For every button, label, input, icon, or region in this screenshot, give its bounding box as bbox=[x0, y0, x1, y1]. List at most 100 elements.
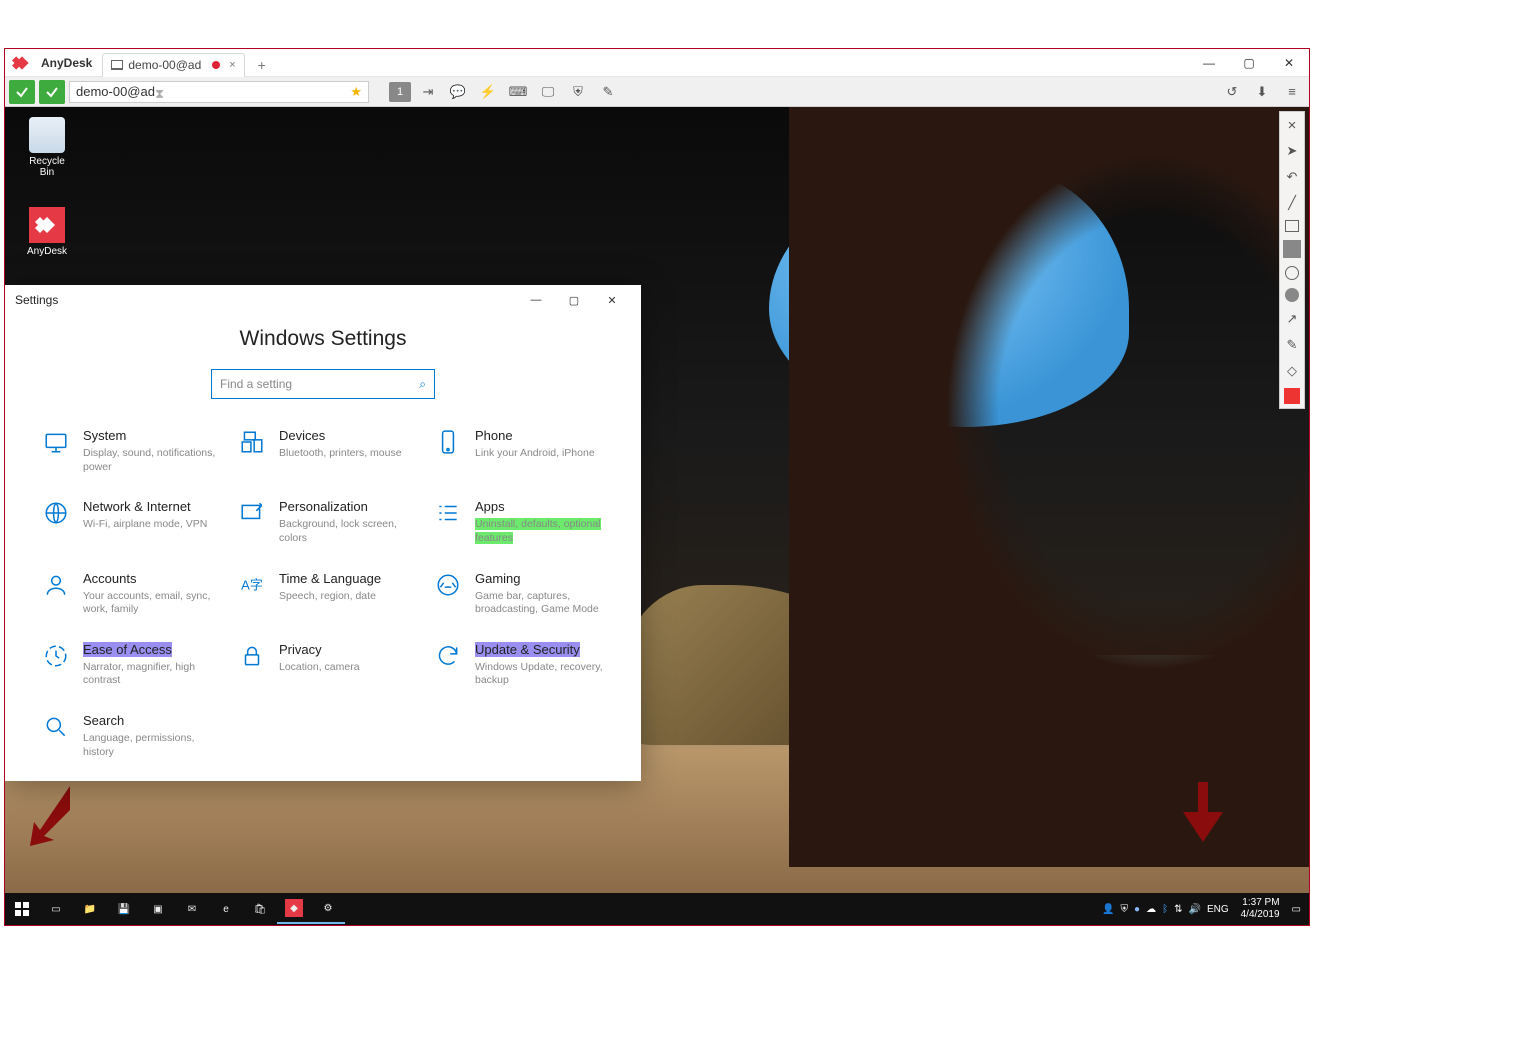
settings-minimize-button[interactable]: — bbox=[517, 286, 555, 314]
undo-icon[interactable]: ↶ bbox=[1283, 168, 1301, 186]
line-tool-icon[interactable]: ╱ bbox=[1283, 194, 1301, 212]
edge-browser-icon[interactable]: e bbox=[209, 894, 243, 924]
language-indicator[interactable]: ENG bbox=[1207, 904, 1229, 915]
session-tab[interactable]: demo-00@ad × bbox=[102, 53, 244, 77]
settings-item-personalization[interactable]: PersonalizationBackground, lock screen, … bbox=[237, 498, 423, 545]
window-minimize-button[interactable]: — bbox=[1189, 49, 1229, 77]
settings-item-update-security[interactable]: Update & SecurityWindows Update, recover… bbox=[433, 641, 619, 688]
window-maximize-button[interactable]: ▢ bbox=[1229, 49, 1269, 77]
annotation-close-icon[interactable]: × bbox=[1283, 116, 1301, 134]
search-icon: ⌕ bbox=[419, 377, 426, 392]
annotation-toolbar: × ➤ ↶ ╱ ↗ ✎ ◇ bbox=[1279, 111, 1305, 409]
cursor-tool-icon[interactable]: ➤ bbox=[1283, 142, 1301, 160]
tray-icon[interactable]: ● bbox=[1134, 904, 1140, 915]
hourglass-icon: ⧗ bbox=[155, 86, 165, 98]
settings-taskbar-icon[interactable]: ⚙ bbox=[311, 894, 345, 924]
favorite-star-icon[interactable]: ★ bbox=[350, 84, 362, 100]
keyboard-icon[interactable]: ⌨ bbox=[505, 80, 531, 104]
monitor-icon bbox=[111, 60, 123, 70]
settings-item-phone[interactable]: PhoneLink your Android, iPhone bbox=[433, 427, 619, 474]
start-button[interactable] bbox=[5, 894, 39, 924]
store-icon[interactable]: 🛍 bbox=[243, 894, 277, 924]
download-icon[interactable]: ⬇ bbox=[1249, 80, 1275, 104]
terminal-icon[interactable]: ▣ bbox=[141, 894, 175, 924]
mail-icon[interactable]: ✉ bbox=[175, 894, 209, 924]
hamburger-menu-icon[interactable]: ≡ bbox=[1279, 80, 1305, 104]
settings-window: Settings — ▢ ✕ Windows Settings Find a s… bbox=[5, 285, 641, 781]
taskbar-time: 1:37 PM bbox=[1241, 897, 1280, 909]
settings-titlebar[interactable]: Settings — ▢ ✕ bbox=[5, 285, 641, 315]
anydesk-logo-icon bbox=[9, 52, 35, 74]
settings-item-system[interactable]: SystemDisplay, sound, notifications, pow… bbox=[41, 427, 227, 474]
settings-item-network[interactable]: Network & InternetWi-Fi, airplane mode, … bbox=[41, 498, 227, 545]
settings-item-gaming[interactable]: GamingGame bar, captures, broadcasting, … bbox=[433, 570, 619, 617]
new-tab-button[interactable]: + bbox=[251, 54, 273, 76]
settings-maximize-button[interactable]: ▢ bbox=[555, 286, 593, 314]
app-name: AnyDesk bbox=[41, 56, 92, 70]
accounts-icon bbox=[41, 570, 71, 600]
volume-tray-icon[interactable]: 🔊 bbox=[1188, 904, 1200, 915]
arrow-tool-icon[interactable]: ↗ bbox=[1283, 310, 1301, 328]
settings-close-button[interactable]: ✕ bbox=[593, 286, 631, 314]
settings-search-input[interactable]: Find a setting ⌕ bbox=[211, 369, 435, 399]
rect-fill-tool-icon[interactable] bbox=[1283, 240, 1301, 258]
settings-window-title: Settings bbox=[15, 293, 58, 307]
taskbar-date: 4/4/2019 bbox=[1241, 909, 1280, 921]
eraser-tool-icon[interactable]: ◇ bbox=[1283, 362, 1301, 380]
accept-button-2[interactable] bbox=[39, 80, 65, 104]
titlebar: AnyDesk demo-00@ad × + — ▢ ✕ bbox=[5, 49, 1309, 77]
recording-dot-icon bbox=[212, 61, 220, 69]
action-center-icon[interactable]: ▭ bbox=[1292, 904, 1301, 915]
security-tray-icon[interactable]: ⛨ bbox=[1121, 904, 1129, 915]
system-tray: 👤 ⛨ ● ☁ ᛒ ⇅ 🔊 ENG 1:37 PM 4/4/2019 ▭ bbox=[1102, 897, 1309, 921]
sync-clipboard-icon[interactable]: ⇥ bbox=[415, 80, 441, 104]
update-security-icon bbox=[433, 641, 463, 671]
onedrive-tray-icon[interactable]: ☁ bbox=[1146, 904, 1156, 915]
whiteboard-icon[interactable]: ✎ bbox=[595, 80, 621, 104]
system-icon bbox=[41, 427, 71, 457]
settings-item-accounts[interactable]: AccountsYour accounts, email, sync, work… bbox=[41, 570, 227, 617]
shield-permissions-icon[interactable]: ⛨ bbox=[565, 80, 591, 104]
settings-item-devices[interactable]: DevicesBluetooth, printers, mouse bbox=[237, 427, 423, 474]
chat-icon[interactable]: 💬 bbox=[445, 80, 471, 104]
address-text: demo-00@ad bbox=[76, 84, 155, 99]
settings-item-search[interactable]: SearchLanguage, permissions, history bbox=[41, 712, 227, 759]
desktop-icon-recycle-bin[interactable]: Recycle Bin bbox=[23, 117, 71, 178]
windows-taskbar: ▭ 📁 💾 ▣ ✉ e 🛍 ◆ ⚙ 👤 ⛨ ● ☁ ᛒ ⇅ 🔊 ENG 1:37… bbox=[5, 893, 1309, 925]
annotation-arrow-darkred-2 bbox=[1183, 782, 1223, 842]
settings-item-privacy[interactable]: PrivacyLocation, camera bbox=[237, 641, 423, 688]
history-icon[interactable]: ↺ bbox=[1219, 80, 1245, 104]
color-swatch-red-icon[interactable] bbox=[1284, 388, 1300, 404]
remote-desktop[interactable]: Recycle Bin AnyDesk × ➤ ↶ ╱ ↗ ✎ ◇ bbox=[5, 107, 1309, 925]
tab-label: demo-00@ad bbox=[128, 58, 201, 72]
taskbar-clock[interactable]: 1:37 PM 4/4/2019 bbox=[1235, 897, 1286, 921]
tab-close-icon[interactable]: × bbox=[229, 59, 235, 71]
file-explorer-icon[interactable]: 📁 bbox=[73, 894, 107, 924]
save-disk-icon[interactable]: 💾 bbox=[107, 894, 141, 924]
anydesk-taskbar-icon[interactable]: ◆ bbox=[277, 894, 311, 924]
network-tray-icon[interactable]: ⇅ bbox=[1174, 904, 1182, 915]
gaming-icon bbox=[433, 570, 463, 600]
circle-outline-tool-icon[interactable] bbox=[1285, 266, 1299, 280]
accept-button[interactable] bbox=[9, 80, 35, 104]
task-view-button[interactable]: ▭ bbox=[39, 894, 73, 924]
monitor-select-button[interactable]: 1 bbox=[389, 82, 411, 102]
personalization-icon bbox=[237, 498, 267, 528]
address-bar[interactable]: demo-00@ad ⧗ ★ bbox=[69, 81, 369, 103]
window-close-button[interactable]: ✕ bbox=[1269, 49, 1309, 77]
annotation-arrow-darkred-1 bbox=[30, 786, 70, 846]
ease-of-access-icon bbox=[41, 641, 71, 671]
pen-tool-icon[interactable]: ✎ bbox=[1283, 336, 1301, 354]
toolbar: demo-00@ad ⧗ ★ 1 ⇥ 💬 ⚡ ⌨ 🖵 ⛨ ✎ ↺ ⬇ ≡ bbox=[5, 77, 1309, 107]
display-icon[interactable]: 🖵 bbox=[535, 80, 561, 104]
people-tray-icon[interactable]: 👤 bbox=[1102, 904, 1114, 915]
bluetooth-tray-icon[interactable]: ᛒ bbox=[1162, 904, 1168, 915]
rect-outline-tool-icon[interactable] bbox=[1285, 220, 1299, 232]
actions-lightning-icon[interactable]: ⚡ bbox=[475, 80, 501, 104]
settings-item-time-language[interactable]: A字 Time & LanguageSpeech, region, date bbox=[237, 570, 423, 617]
settings-item-ease-of-access[interactable]: Ease of AccessNarrator, magnifier, high … bbox=[41, 641, 227, 688]
circle-fill-tool-icon[interactable] bbox=[1285, 288, 1299, 302]
settings-item-apps[interactable]: AppsUninstall, defaults, optional featur… bbox=[433, 498, 619, 545]
svg-text:A字: A字 bbox=[241, 577, 263, 592]
desktop-icon-anydesk[interactable]: AnyDesk bbox=[23, 207, 71, 257]
